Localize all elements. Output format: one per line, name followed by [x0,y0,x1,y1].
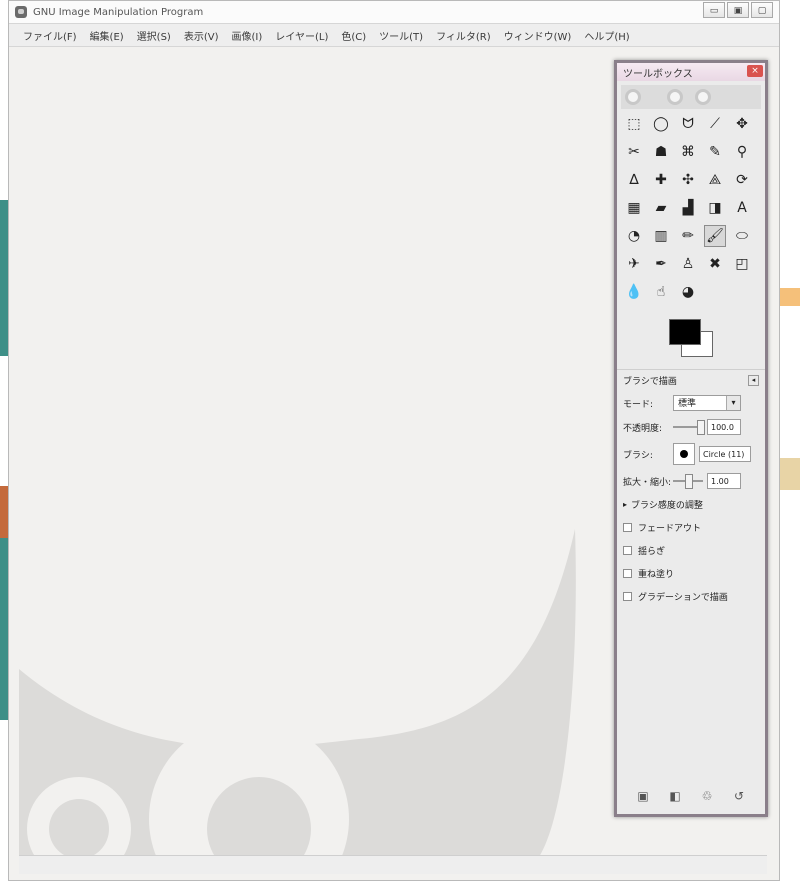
tool-options-panel: ブラシで描画 ◂ モード: 標準 ▾ 不透明度: 100.0 ブラシ: Circ… [617,369,765,612]
menu-colors[interactable]: 色(C) [341,28,366,43]
tool-options-heading: ブラシで描画 [623,377,677,387]
crop-tool-icon[interactable]: ⟁ [704,169,726,191]
status-bar [19,855,767,874]
blur-tool-icon[interactable]: 💧 [623,281,645,303]
ink-tool-icon[interactable]: ✒ [650,253,672,275]
check-gradient[interactable]: グラデーションで描画 [623,585,759,608]
brush-preview-button[interactable] [673,443,695,465]
brush-name-field: Circle (11) [699,446,751,462]
color-area [617,317,765,367]
tool-grid: ⬚ ◯ ᗢ ⟋ ✥ ✂ ☗ ⌘ ✎ ⚲ ∆ ✚ ✣ ⟁ ⟳ ▦ ▰ ▟ ◨ A ◔ ▥ ✏ 🖌 ⬭ ✈ ✒ ♙ ✖ ◰ 💧 ☝ ◕ [617,109,765,309]
menu-help[interactable]: ヘルプ(H) [584,28,629,43]
slider-knob[interactable] [697,420,705,435]
menu-file[interactable]: ファイル(F) [23,28,77,43]
select-by-color-tool-icon[interactable]: ✥ [731,113,753,135]
check-incremental[interactable]: 重ね塗り [623,562,759,585]
menu-edit[interactable]: 編集(E) [90,28,124,43]
delete-icon[interactable]: ♲ [699,788,715,804]
wilber-eye-icon [695,89,711,105]
wilber-eye-icon [625,89,641,105]
maximize-button[interactable]: ▣ [727,2,749,18]
opacity-label: 不透明度: [623,423,663,434]
mode-value: 標準 [678,399,697,409]
perspective-tool-icon[interactable]: ▟ [677,197,699,219]
clone-tool-icon[interactable]: ♙ [677,253,699,275]
smudge-tool-icon[interactable]: ☝ [650,281,672,303]
move-tool-icon[interactable]: ✚ [650,169,672,191]
brush-dot-icon [680,450,688,458]
heal-tool-icon[interactable]: ✖ [704,253,726,275]
blend-tool-icon[interactable]: ▥ [650,225,672,247]
paintbrush-tool-icon[interactable]: 🖌 [704,225,726,247]
minimize-button[interactable]: ▭ [703,2,725,18]
eraser-tool-icon[interactable]: ⬭ [731,225,753,247]
measure-tool-icon[interactable]: ∆ [623,169,645,191]
ellipse-select-tool-icon[interactable]: ◯ [650,113,672,135]
paths-tool-icon[interactable]: ⌘ [677,141,699,163]
restore-icon[interactable]: ◧ [667,788,683,804]
toolbox-close-button[interactable]: × [747,65,763,77]
fuzzy-select-tool-icon[interactable]: ⟋ [704,113,726,135]
options-menu-button[interactable]: ◂ [748,375,759,386]
menu-layer[interactable]: レイヤー(L) [275,28,328,43]
menu-filters[interactable]: フィルタ(R) [436,28,491,43]
menu-select[interactable]: 選択(S) [137,28,171,43]
toolbox-window: ツールボックス × ⬚ ◯ ᗢ ⟋ ✥ ✂ ☗ ⌘ ✎ ⚲ ∆ ✚ ✣ ⟁ ⟳ ▦ ▰ ▟ ◨ A ◔ ▥ ✏ 🖌 ⬭ ✈ ✒ ♙ ✖ ◰… [614,60,768,817]
menubar: ファイル(F) 編集(E) 選択(S) 表示(V) 画像(I) レイヤー(L) … [9,23,779,47]
scale-spinbox[interactable]: 1.00 [707,473,741,489]
menu-windows[interactable]: ウィンドウ(W) [504,28,572,43]
foreground-color-swatch[interactable] [669,319,701,345]
chevron-down-icon[interactable]: ▾ [726,396,740,410]
text-tool-icon[interactable]: A [731,197,753,219]
rect-select-tool-icon[interactable]: ⬚ [623,113,645,135]
window-controls: ▭ ▣ ▢ [703,2,773,18]
pencil-tool-icon[interactable]: ✏ [677,225,699,247]
check-fade[interactable]: フェードアウト [623,516,759,539]
menu-image[interactable]: 画像(I) [232,28,263,43]
alignment-tool-icon[interactable]: ✣ [677,169,699,191]
zoom-tool-icon[interactable]: ⚲ [731,141,753,163]
close-button[interactable]: ▢ [751,2,773,18]
slider-knob[interactable] [685,474,693,489]
menu-tools[interactable]: ツール(T) [379,28,423,43]
perspective-clone-tool-icon[interactable]: ◰ [731,253,753,275]
brush-label: ブラシ: [623,450,653,461]
mode-select[interactable]: 標準 ▾ [673,395,741,411]
foreground-select-tool-icon[interactable]: ☗ [650,141,672,163]
shear-tool-icon[interactable]: ▰ [650,197,672,219]
opacity-spinbox[interactable]: 100.0 [707,419,741,435]
scissors-select-tool-icon[interactable]: ✂ [623,141,645,163]
window-title: GNU Image Manipulation Program [33,6,204,18]
opacity-slider[interactable] [673,420,705,435]
save-icon[interactable]: ▣ [635,788,651,804]
toolbox-titlebar[interactable]: ツールボックス × [617,63,765,81]
bucket-fill-tool-icon[interactable]: ◔ [623,225,645,247]
airbrush-tool-icon[interactable]: ✈ [623,253,645,275]
wilber-eye-icon [667,89,683,105]
expander-icon[interactable]: ▸ [623,500,627,509]
check-pressure[interactable]: ▸ ブラシ感度の調整 [623,493,759,516]
menu-view[interactable]: 表示(V) [184,28,219,43]
mode-label: モード: [623,399,654,410]
scale-label: 拡大・縮小: [623,477,672,488]
gimp-app-icon [15,6,27,18]
free-select-tool-icon[interactable]: ᗢ [677,113,699,135]
flip-tool-icon[interactable]: ◨ [704,197,726,219]
rotate-tool-icon[interactable]: ⟳ [731,169,753,191]
desktop-wallpaper-left [0,200,8,720]
reset-icon[interactable]: ↺ [731,788,747,804]
check-jitter[interactable]: 揺らぎ [623,539,759,562]
window-titlebar[interactable]: GNU Image Manipulation Program ▭ ▣ ▢ [9,1,779,23]
scale-slider[interactable] [673,474,703,489]
color-picker-tool-icon[interactable]: ✎ [704,141,726,163]
toolbox-title: ツールボックス [623,68,693,80]
wilber-drop-area[interactable] [621,85,761,109]
dodge-burn-tool-icon[interactable]: ◕ [677,281,699,303]
scale-tool-icon[interactable]: ▦ [623,197,645,219]
options-bottom-bar: ▣ ◧ ♲ ↺ [617,788,765,804]
